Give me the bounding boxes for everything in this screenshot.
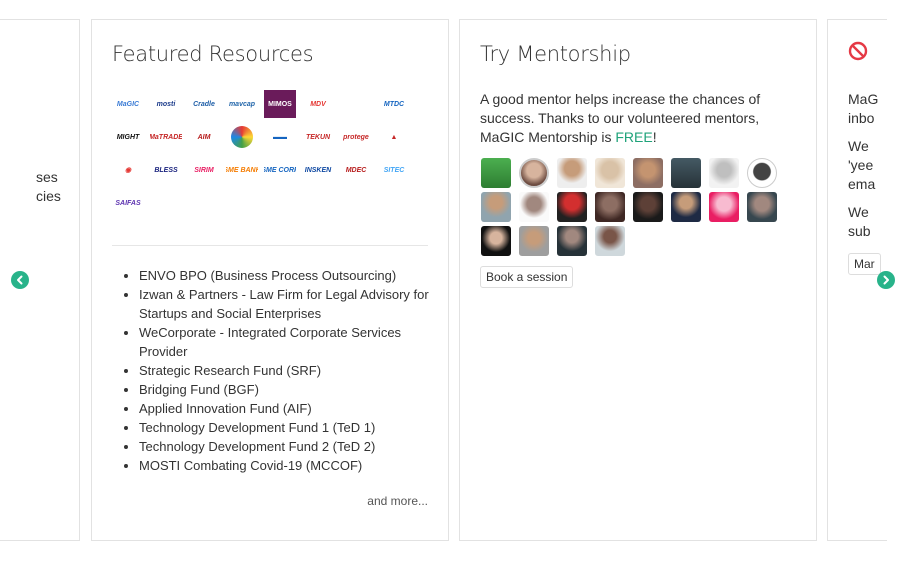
logo-might[interactable]: MIGHT — [112, 123, 144, 151]
resource-item[interactable]: MOSTI Combating Covid-19 (MCCOF) — [139, 456, 444, 475]
logo-sme-corp[interactable]: SME CORP — [264, 156, 296, 184]
logo-matrade[interactable]: MaTRADE — [150, 123, 182, 151]
resource-item[interactable]: Technology Development Fund 2 (TeD 2) — [139, 437, 444, 456]
partial-line: cies — [36, 188, 61, 204]
logo-agency-2[interactable]: ◉ — [112, 156, 144, 184]
partial-line: 'yee — [848, 157, 874, 173]
mentor-avatar[interactable] — [519, 192, 549, 222]
divider — [112, 245, 428, 246]
mentor-avatar[interactable] — [557, 192, 587, 222]
free-label: FREE — [615, 129, 653, 145]
logo-sme-bank[interactable]: SME BANK — [226, 156, 258, 184]
mentor-avatar[interactable] — [557, 226, 587, 256]
logo-aim[interactable]: AIM — [188, 123, 220, 151]
logo-mavcap[interactable]: mavcap — [226, 90, 258, 118]
mentor-avatar[interactable] — [481, 226, 511, 256]
chevron-left-icon — [17, 275, 23, 285]
logo-mtdc[interactable]: MTDC — [378, 90, 410, 118]
resource-item[interactable]: WeCorporate - Integrated Corporate Servi… — [139, 323, 444, 361]
mentor-avatar[interactable] — [481, 158, 511, 188]
partial-right-button[interactable]: Mar — [848, 253, 881, 275]
carousel-next-button[interactable] — [877, 271, 895, 289]
resource-item[interactable]: Bridging Fund (BGF) — [139, 380, 444, 399]
and-more-link[interactable]: and more... — [367, 494, 428, 508]
mentorship-card: Try Mentorship A good mentor helps incre… — [459, 19, 817, 541]
card-title: Try Mentorship — [480, 42, 631, 66]
mentor-avatar[interactable] — [633, 192, 663, 222]
logo-mdv[interactable]: MDV — [302, 90, 334, 118]
resource-item[interactable]: Izwan & Partners - Law Firm for Legal Ad… — [139, 285, 444, 323]
logo-mosti[interactable]: mosti — [150, 90, 182, 118]
mentor-avatar[interactable] — [671, 158, 701, 188]
partner-logos: MaGIC mosti Cradle mavcap MIMOS MDV MTDC… — [112, 90, 417, 217]
mentor-avatar[interactable] — [709, 192, 739, 222]
partial-line: We — [848, 138, 869, 154]
partial-line: ses — [36, 169, 58, 185]
mentorship-description-end: ! — [652, 129, 657, 145]
partial-line: We — [848, 204, 869, 220]
mentor-avatar[interactable] — [595, 158, 625, 188]
book-session-button[interactable]: Book a session — [480, 266, 574, 288]
logo-mimos[interactable]: MIMOS — [264, 90, 296, 118]
mentor-avatars — [481, 158, 791, 256]
ban-icon — [848, 41, 868, 61]
logo-seal[interactable] — [226, 123, 258, 151]
carousel-prev-button[interactable] — [11, 271, 29, 289]
partial-card-right-text: MaG inbo We 'yee ema We sub — [848, 90, 878, 250]
mentor-avatar[interactable] — [747, 158, 777, 188]
logo-bless[interactable]: BLESS — [150, 156, 182, 184]
mentor-avatar[interactable] — [671, 192, 701, 222]
mentor-avatar[interactable] — [595, 192, 625, 222]
partial-line: sub — [848, 223, 871, 239]
featured-resources-card: Featured Resources MaGIC mosti Cradle ma… — [91, 19, 449, 541]
mentor-avatar[interactable] — [595, 226, 625, 256]
logo-ssm[interactable]: ▲ — [378, 123, 410, 151]
resource-item[interactable]: ENVO BPO (Business Process Outsourcing) — [139, 266, 444, 285]
chevron-right-icon — [883, 275, 889, 285]
logo-cradle[interactable]: Cradle — [188, 90, 220, 118]
logo-protege[interactable]: protege — [340, 123, 372, 151]
partial-line: inbo — [848, 110, 875, 126]
logo-insken[interactable]: INSKEN — [302, 156, 334, 184]
partial-card-left-text: ses cies — [36, 168, 61, 206]
mentor-avatar[interactable] — [557, 158, 587, 188]
logo-magic[interactable]: MaGIC — [112, 90, 144, 118]
logo-agency[interactable] — [340, 90, 372, 118]
logo-saifas[interactable]: SAIFAS — [112, 189, 144, 217]
mentorship-description: A good mentor helps increase the chances… — [480, 90, 795, 147]
resource-item[interactable]: Applied Innovation Fund (AIF) — [139, 399, 444, 418]
logo-tekun[interactable]: TEKUN — [302, 123, 334, 151]
mentor-avatar[interactable] — [481, 192, 511, 222]
mentor-avatar[interactable] — [519, 158, 549, 188]
logo-mdec[interactable]: MDEC — [340, 156, 372, 184]
resource-item[interactable]: Strategic Research Fund (SRF) — [139, 361, 444, 380]
logo-sitec[interactable]: SITEC — [378, 156, 410, 184]
mentor-avatar[interactable] — [709, 158, 739, 188]
logo-sirim[interactable]: SIRIM — [188, 156, 220, 184]
card-title: Featured Resources — [112, 42, 314, 66]
resource-item[interactable]: Technology Development Fund 1 (TeD 1) — [139, 418, 444, 437]
partial-line: MaG — [848, 91, 879, 107]
partial-line: ema — [848, 176, 876, 192]
resource-list: ENVO BPO (Business Process Outsourcing) … — [125, 266, 444, 475]
mentor-avatar[interactable] — [633, 158, 663, 188]
mentor-avatar[interactable] — [747, 192, 777, 222]
mentor-avatar[interactable] — [519, 226, 549, 256]
logo-bar[interactable]: ▬▬ — [264, 123, 296, 151]
